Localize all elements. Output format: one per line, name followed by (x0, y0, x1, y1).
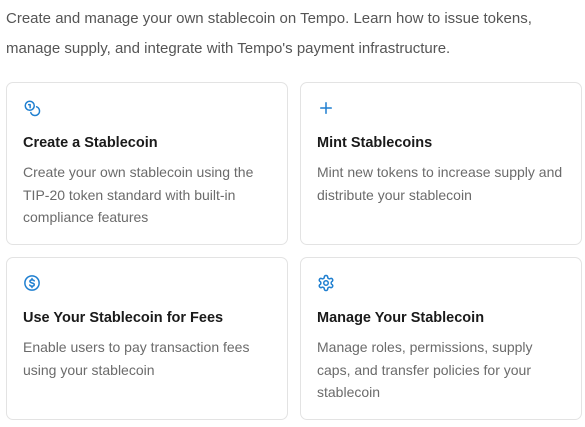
card-create-stablecoin[interactable]: Create a Stablecoin Create your own stab… (6, 82, 288, 245)
card-title: Create a Stablecoin (23, 135, 158, 151)
coins-icon (24, 100, 41, 117)
card-title: Manage Your Stablecoin (317, 310, 485, 326)
intro-line-1: Create and manage your own stablecoin on… (6, 10, 532, 27)
card-title: Use Your Stablecoin for Fees (23, 310, 224, 326)
card-use-stablecoin-for-fees[interactable]: Use Your Stablecoin for Fees Enable user… (6, 257, 288, 420)
card-title: Mint Stablecoins (317, 135, 433, 151)
plus-icon (320, 102, 332, 114)
card-description: Create your own stablecoin using the TIP… (23, 164, 254, 225)
card-description: Mint new tokens to increase supply and d… (317, 164, 563, 203)
intro-line-2: manage supply, and integrate with Tempo'… (6, 40, 451, 57)
dollar-circle-icon (24, 275, 40, 291)
card-description: Enable users to pay transaction fees usi… (23, 339, 250, 378)
card-manage-stablecoin[interactable]: Manage Your Stablecoin Manage roles, per… (300, 257, 582, 420)
card-mint-stablecoins[interactable]: Mint Stablecoins Mint new tokens to incr… (300, 82, 582, 245)
intro-text: Create and manage your own stablecoin on… (6, 4, 576, 64)
gear-icon (318, 274, 334, 292)
card-description: Manage roles, permissions, supply caps, … (317, 339, 533, 400)
